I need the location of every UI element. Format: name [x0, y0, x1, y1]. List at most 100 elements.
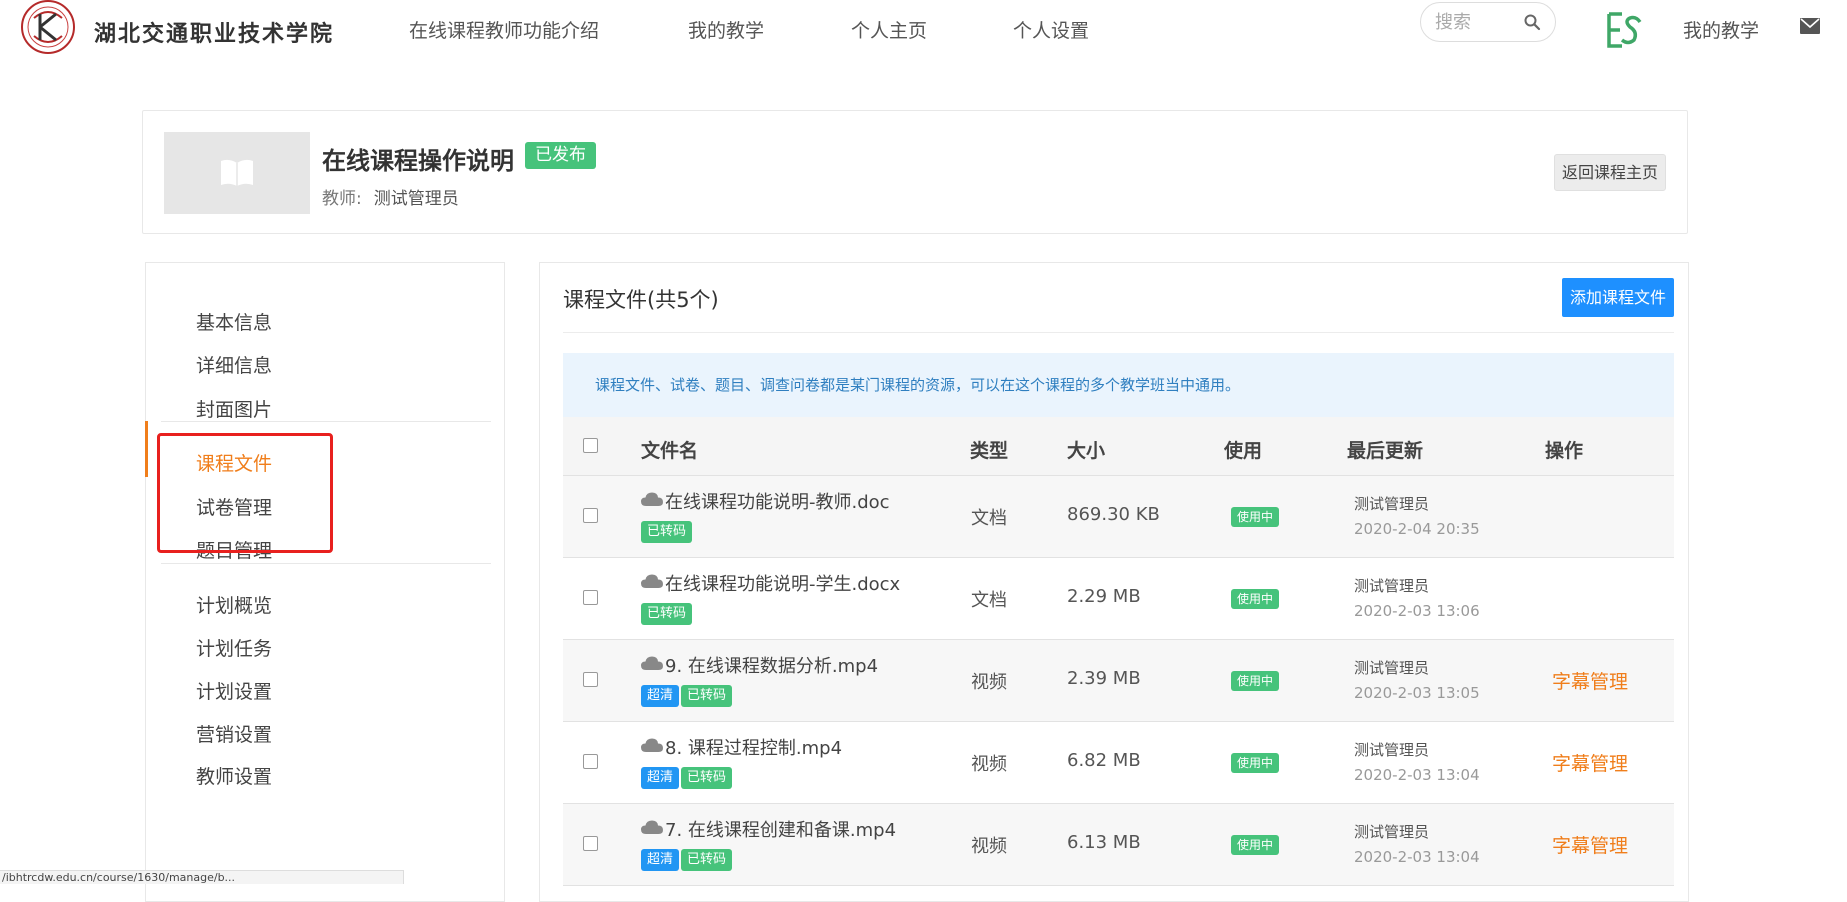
update-time: 2020-2-03 13:06	[1354, 602, 1480, 620]
file-type: 文档	[971, 590, 1007, 611]
panel-divider	[563, 332, 1674, 333]
nav-teacher-intro[interactable]: 在线课程教师功能介绍	[409, 16, 599, 43]
file-name[interactable]: 7. 在线课程创建和备课.mp4	[665, 816, 896, 842]
nav-my-teaching[interactable]: 我的教学	[688, 16, 764, 43]
use-status-badge: 使用中	[1231, 671, 1280, 691]
tag-transcoded: 已转码	[681, 849, 733, 871]
updater-name: 测试管理员	[1354, 577, 1430, 595]
col-action: 操作	[1545, 440, 1584, 462]
course-title: 在线课程操作说明	[322, 147, 514, 175]
book-icon	[221, 159, 253, 186]
file-name[interactable]: 在线课程功能说明-教师.doc	[665, 488, 890, 514]
sidebar-divider	[161, 563, 491, 564]
teacher-label: 教师:	[322, 189, 362, 209]
top-navbar: 湖北交通职业技术学院 在线课程教师功能介绍 我的教学 个人主页 个人设置 我的教…	[0, 0, 1847, 56]
col-type: 类型	[970, 440, 1009, 462]
sidebar-item-detail-info[interactable]: 详细信息	[196, 351, 272, 378]
use-status-badge: 使用中	[1231, 753, 1280, 773]
use-status-badge: 使用中	[1231, 589, 1280, 609]
updater-name: 测试管理员	[1354, 741, 1430, 759]
sidebar-item-teacher-settings[interactable]: 教师设置	[196, 762, 272, 789]
sidebar: 基本信息 详细信息 封面图片 课程文件 试卷管理 题目管理 计划概览 计划任务 …	[145, 262, 505, 902]
cloud-icon	[641, 656, 663, 670]
update-time: 2020-2-04 20:35	[1354, 520, 1480, 538]
col-size: 大小	[1067, 440, 1106, 462]
mail-icon[interactable]	[1800, 18, 1820, 34]
file-size: 2.39 MB	[1067, 668, 1141, 689]
subtitle-management-link[interactable]: 字幕管理	[1552, 667, 1628, 694]
updater-name: 测试管理员	[1354, 495, 1430, 513]
cloud-icon	[641, 738, 663, 752]
col-last-updated: 最后更新	[1347, 440, 1424, 462]
cloud-icon	[641, 820, 663, 834]
cloud-icon	[641, 492, 663, 506]
table-row[interactable]: 9. 在线课程数据分析.mp4 超清 已转码 视频 2.39 MB 使用中 测试…	[563, 640, 1674, 722]
select-all-checkbox[interactable]	[583, 438, 598, 453]
sidebar-item-marketing-settings[interactable]: 营销设置	[196, 720, 272, 747]
status-badge: 已发布	[525, 142, 596, 169]
subtitle-management-link[interactable]: 字幕管理	[1552, 749, 1628, 776]
table-row[interactable]: 7. 在线课程创建和备课.mp4 超清 已转码 视频 6.13 MB 使用中 测…	[563, 804, 1674, 886]
sidebar-item-plan-settings[interactable]: 计划设置	[196, 677, 272, 704]
browser-status-url: /ibhtrcdw.edu.cn/course/1630/manage/b...	[0, 870, 404, 884]
file-name[interactable]: 在线课程功能说明-学生.docx	[665, 570, 900, 596]
top-my-teaching-link[interactable]: 我的教学	[1683, 16, 1759, 43]
file-size: 2.29 MB	[1067, 586, 1141, 607]
search-icon[interactable]	[1523, 13, 1541, 31]
tag-transcoded: 已转码	[641, 603, 693, 625]
sidebar-item-exam-management[interactable]: 试卷管理	[196, 493, 272, 520]
table-row[interactable]: 在线课程功能说明-教师.doc 已转码 文档 869.30 KB 使用中 测试管…	[563, 476, 1674, 558]
teacher-name[interactable]: 测试管理员	[374, 189, 459, 209]
sidebar-divider	[161, 421, 491, 422]
file-size: 869.30 KB	[1067, 504, 1160, 525]
file-size: 6.82 MB	[1067, 750, 1141, 771]
sidebar-item-question-management[interactable]: 题目管理	[196, 536, 272, 563]
row-checkbox[interactable]	[583, 754, 598, 769]
tag-hd: 超清	[641, 685, 680, 707]
info-notice: 课程文件、试卷、题目、调查问卷都是某门课程的资源，可以在这个课程的多个教学班当中…	[563, 353, 1674, 417]
table-row[interactable]: 8. 课程过程控制.mp4 超清 已转码 视频 6.82 MB 使用中 测试管理…	[563, 722, 1674, 804]
table-row[interactable]: 在线课程功能说明-学生.docx 已转码 文档 2.29 MB 使用中 测试管理…	[563, 558, 1674, 640]
sidebar-item-course-files[interactable]: 课程文件	[196, 449, 272, 476]
sidebar-item-plan-overview[interactable]: 计划概览	[196, 591, 272, 618]
tag-hd: 超清	[641, 849, 680, 871]
tag-transcoded: 已转码	[681, 767, 733, 789]
update-time: 2020-2-03 13:05	[1354, 684, 1480, 702]
back-to-course-button[interactable]: 返回课程主页	[1554, 154, 1666, 191]
file-name[interactable]: 8. 课程过程控制.mp4	[665, 734, 842, 760]
edusoho-logo-icon[interactable]	[1606, 12, 1644, 48]
sidebar-item-plan-tasks[interactable]: 计划任务	[196, 634, 272, 661]
updater-name: 测试管理员	[1354, 659, 1430, 677]
tag-transcoded: 已转码	[641, 521, 693, 543]
main-panel: 课程文件(共5个) 添加课程文件 课程文件、试卷、题目、调查问卷都是某门课程的资…	[539, 262, 1689, 902]
tag-hd: 超清	[641, 767, 680, 789]
col-filename: 文件名	[641, 440, 699, 462]
active-indicator	[145, 421, 148, 477]
school-logo[interactable]	[12, 0, 84, 60]
teacher-line: 教师: 测试管理员	[322, 184, 459, 209]
row-checkbox[interactable]	[583, 836, 598, 851]
file-size: 6.13 MB	[1067, 832, 1141, 853]
table-header: 文件名 类型 大小 使用 最后更新 操作	[563, 417, 1674, 476]
nav-settings[interactable]: 个人设置	[1013, 16, 1089, 43]
update-time: 2020-2-03 13:04	[1354, 766, 1480, 784]
row-checkbox[interactable]	[583, 508, 598, 523]
add-course-file-button[interactable]: 添加课程文件	[1562, 278, 1674, 317]
sidebar-item-cover-image[interactable]: 封面图片	[196, 395, 272, 422]
nav-homepage[interactable]: 个人主页	[851, 16, 927, 43]
subtitle-management-link[interactable]: 字幕管理	[1552, 831, 1628, 858]
school-name[interactable]: 湖北交通职业技术学院	[94, 16, 334, 48]
row-checkbox[interactable]	[583, 590, 598, 605]
file-name[interactable]: 9. 在线课程数据分析.mp4	[665, 652, 878, 678]
row-checkbox[interactable]	[583, 672, 598, 687]
updater-name: 测试管理员	[1354, 823, 1430, 841]
use-status-badge: 使用中	[1231, 835, 1280, 855]
use-status-badge: 使用中	[1231, 507, 1280, 527]
cloud-icon	[641, 574, 663, 588]
sidebar-item-basic-info[interactable]: 基本信息	[196, 308, 272, 335]
update-time: 2020-2-03 13:04	[1354, 848, 1480, 866]
panel-title: 课程文件(共5个)	[563, 288, 719, 312]
search-input[interactable]	[1435, 11, 1525, 33]
course-cover-image[interactable]	[164, 132, 310, 214]
file-type: 视频	[971, 754, 1007, 775]
